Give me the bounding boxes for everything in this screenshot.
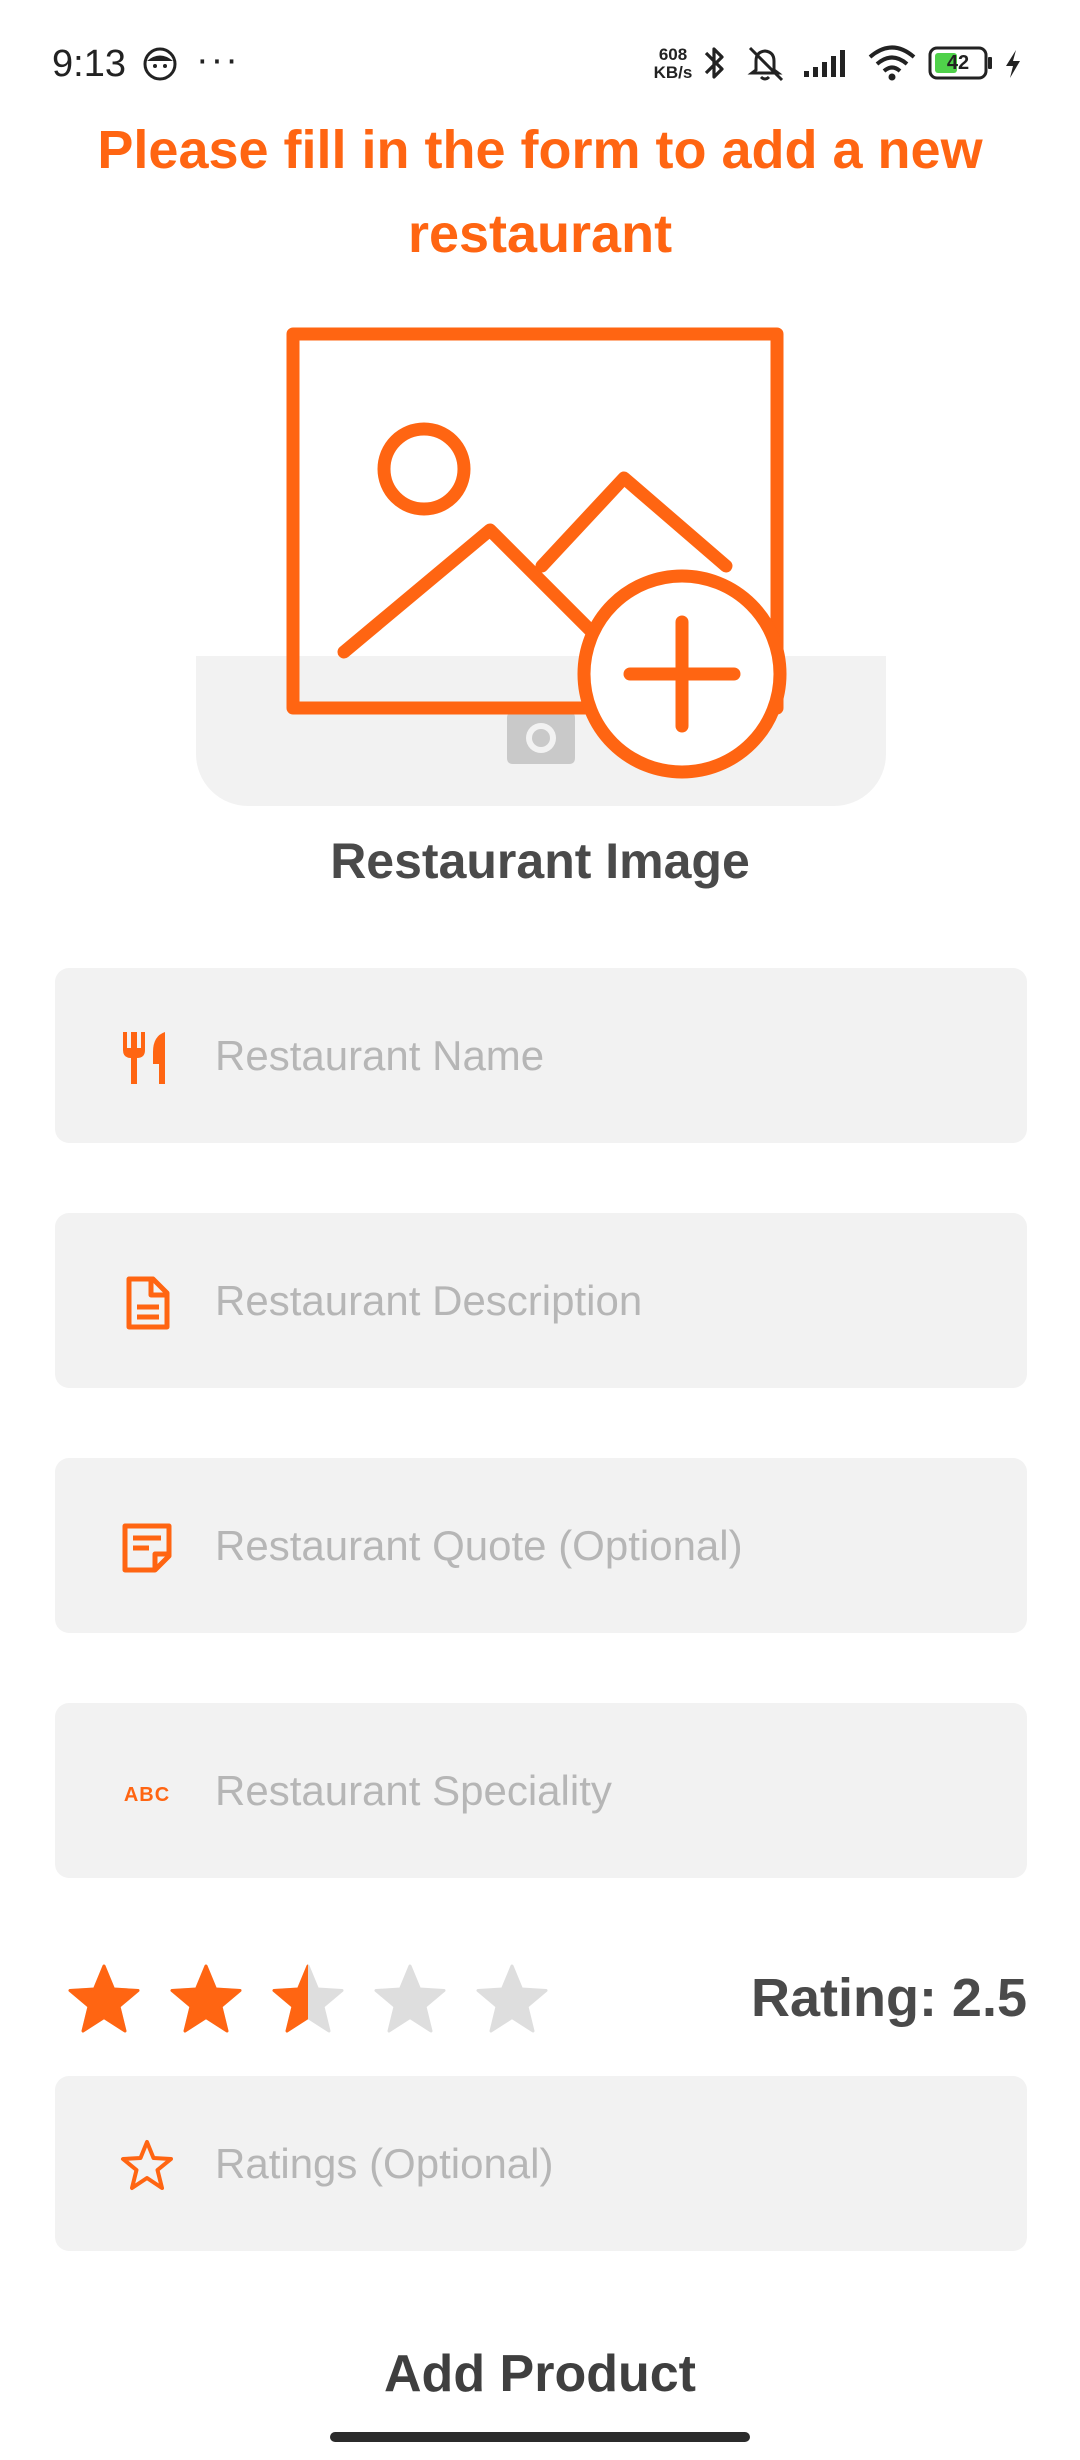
abc-icon: ABC: [124, 1784, 170, 1806]
restaurant-speciality-field[interactable]: ABC: [55, 1703, 1027, 1878]
rating-star-5[interactable]: [475, 1964, 549, 2036]
home-indicator: [330, 2432, 750, 2442]
bluetooth-icon: [704, 47, 724, 79]
mute-bell-icon: [747, 46, 784, 82]
rating-star-3[interactable]: [271, 1964, 345, 2036]
restaurant-speciality-input[interactable]: [215, 1753, 995, 1829]
battery-icon: 42: [928, 46, 994, 80]
status-time: 9:13: [52, 43, 126, 85]
document-icon: [126, 1276, 170, 1330]
cutlery-icon: [123, 1032, 165, 1084]
charging-icon: [1006, 50, 1020, 78]
restaurant-description-field[interactable]: [55, 1213, 1027, 1388]
note-icon: [122, 1523, 172, 1573]
image-picker-label: Restaurant Image: [330, 833, 750, 889]
rating-value-label: Rating: 2.5: [750, 1968, 1027, 2028]
restaurant-quote-input[interactable]: [215, 1508, 995, 1584]
rating-star-2[interactable]: [169, 1964, 243, 2036]
face-icon: [143, 47, 177, 81]
restaurant-name-input[interactable]: [215, 1018, 995, 1094]
rating-star-4[interactable]: [373, 1964, 447, 2036]
rating-row: Rating: 2.5: [55, 1960, 1027, 2040]
signal-icon: [804, 50, 845, 77]
star-outline-icon: [121, 2140, 173, 2190]
status-bar: 9:13 ··· 608 KB/s 42: [0, 0, 1080, 120]
add-product-button[interactable]: Add Product: [340, 2334, 740, 2414]
network-speed-unit: KB/s: [653, 63, 693, 82]
svg-text:ABC: ABC: [124, 1784, 170, 1806]
image-picker[interactable]: [196, 326, 886, 806]
network-speed-value: 608: [658, 45, 688, 64]
add-image-icon[interactable]: [196, 326, 806, 806]
restaurant-description-input[interactable]: [215, 1263, 995, 1339]
battery-level: 42: [946, 52, 970, 74]
restaurant-name-field[interactable]: [55, 968, 1027, 1143]
ratings-field[interactable]: [55, 2076, 1027, 2251]
page-title: Please fill in the form to add a new res…: [97, 120, 983, 264]
network-speed: 608 KB/s: [648, 46, 698, 82]
ratings-input[interactable]: [215, 2126, 995, 2202]
status-more-icon: ···: [196, 39, 240, 81]
wifi-icon: [868, 45, 916, 81]
restaurant-quote-field[interactable]: [55, 1458, 1027, 1633]
rating-star-1[interactable]: [67, 1964, 141, 2036]
